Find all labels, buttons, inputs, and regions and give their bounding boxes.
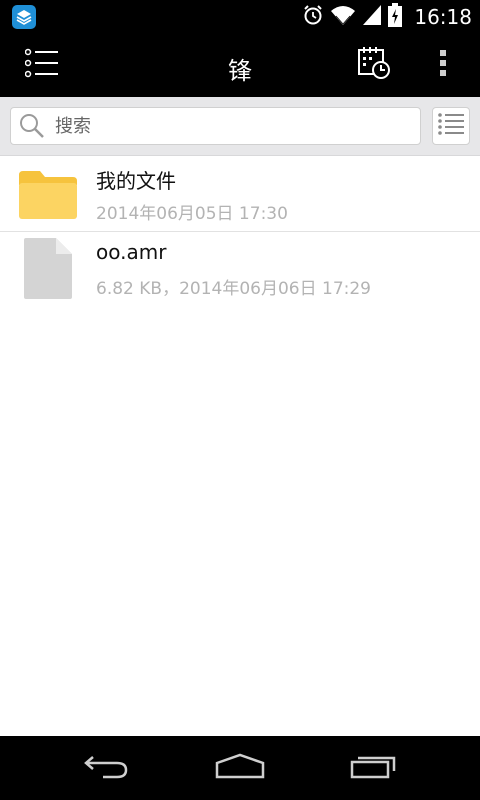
search-box[interactable]	[10, 107, 421, 145]
search-icon	[19, 113, 45, 139]
overflow-menu-button[interactable]	[428, 43, 458, 87]
drawer-menu-icon	[24, 48, 59, 82]
file-icon	[24, 238, 72, 300]
status-time: 16:18	[414, 4, 472, 29]
wifi-icon	[330, 4, 356, 30]
file-name: 我的文件	[96, 169, 176, 193]
signal-icon	[362, 4, 382, 30]
search-strip	[0, 97, 480, 156]
drawer-menu-button[interactable]	[18, 43, 66, 87]
back-button[interactable]	[66, 748, 146, 788]
history-button[interactable]	[350, 41, 398, 89]
list-view-icon	[437, 112, 465, 140]
history-icon	[357, 46, 391, 84]
alarm-icon	[302, 4, 324, 30]
home-icon	[215, 753, 265, 783]
list-item[interactable]: oo.amr 6.82 KB，2014年06月06日 17:29	[0, 232, 480, 300]
file-meta: 2014年06月05日 17:30	[96, 204, 288, 224]
page-title: 锋	[228, 57, 252, 85]
overflow-menu-icon	[439, 49, 447, 81]
back-icon	[83, 753, 129, 783]
file-meta: 6.82 KB，2014年06月06日 17:29	[96, 279, 371, 299]
recents-button[interactable]	[334, 748, 414, 788]
navigation-bar	[0, 736, 480, 800]
action-bar: 锋	[0, 33, 480, 97]
list-item[interactable]: 我的文件 2014年06月05日 17:30	[0, 157, 480, 232]
battery-charging-icon	[388, 2, 403, 31]
file-name: oo.amr	[96, 240, 167, 264]
recents-icon	[350, 753, 398, 783]
file-list: 我的文件 2014年06月05日 17:30 oo.amr 6.82 KB，20…	[0, 157, 480, 300]
status-bar: 16:18	[0, 0, 480, 33]
app-icon	[12, 5, 36, 29]
view-toggle-button[interactable]	[432, 107, 470, 145]
home-button[interactable]	[200, 748, 280, 788]
search-input[interactable]	[55, 115, 395, 137]
folder-icon	[18, 167, 78, 221]
